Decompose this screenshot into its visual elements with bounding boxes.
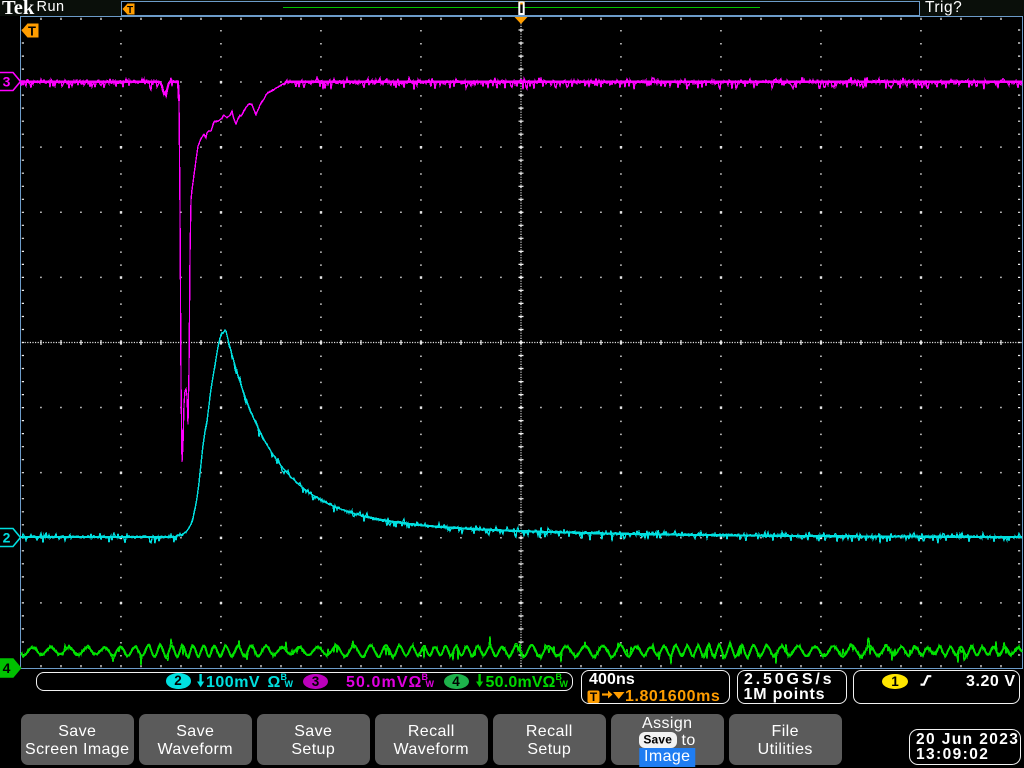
svg-text:3: 3 [3,74,11,90]
svg-text:4: 4 [3,660,11,676]
svg-text:2: 2 [3,530,11,546]
